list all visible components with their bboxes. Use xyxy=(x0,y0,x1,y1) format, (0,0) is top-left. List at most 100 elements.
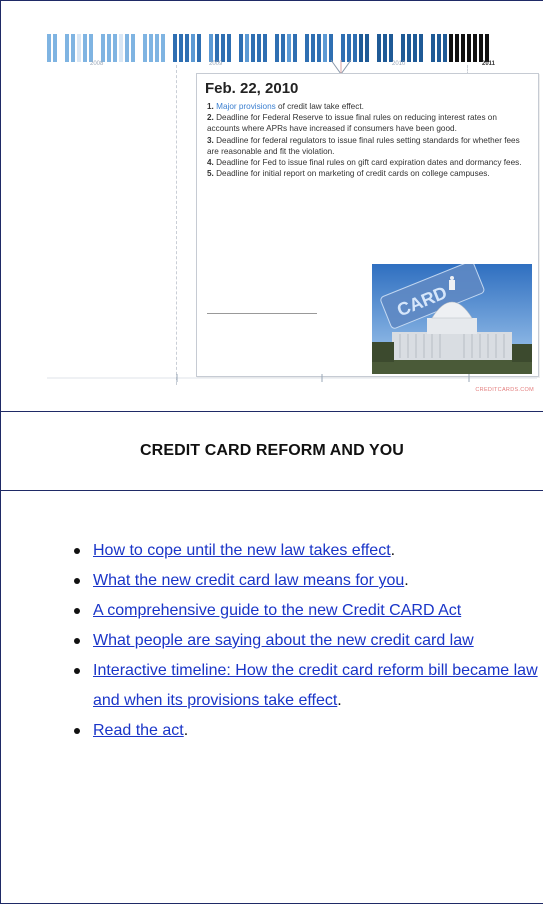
stripe-segment xyxy=(173,34,177,62)
stripe-segment xyxy=(401,34,405,62)
stripe-segment xyxy=(119,34,123,62)
stripe-segment xyxy=(329,34,333,62)
list-item: How to cope until the new law takes effe… xyxy=(74,536,544,566)
stripe-segment xyxy=(95,34,99,62)
stripe-segment xyxy=(377,34,381,62)
stripe-segment xyxy=(239,34,243,62)
stripe-segment xyxy=(203,34,207,62)
section-header: CREDIT CARD REFORM AND YOU xyxy=(1,412,543,491)
event-item: 2. Deadline for Federal Reserve to issue… xyxy=(207,113,497,134)
stripe-segment xyxy=(383,34,387,62)
stripe-segment xyxy=(131,34,135,62)
year-label-2011: 2011 xyxy=(482,61,496,67)
link-law-means-for-you[interactable]: What the new credit card law means for y… xyxy=(93,572,404,589)
event-description: 1. Major provisions of credit law take e… xyxy=(207,101,529,179)
stripe-segment xyxy=(431,34,435,62)
stripe-segment xyxy=(65,34,69,62)
stripe-segment xyxy=(467,34,471,62)
stripe-segment xyxy=(413,34,417,62)
stripe-segment xyxy=(443,34,447,62)
stripe-segment xyxy=(251,34,255,62)
link-interactive-timeline[interactable]: Interactive timeline: How the credit car… xyxy=(93,662,538,709)
link-cope-until-law[interactable]: How to cope until the new law takes effe… xyxy=(93,542,391,559)
stripe-segment xyxy=(215,34,219,62)
event-item: 1. Major provisions of credit law take e… xyxy=(207,102,364,111)
stripe-segment xyxy=(59,34,63,62)
image-credit: CREDITCARDS.COM xyxy=(475,387,534,393)
stripe-segment xyxy=(197,34,201,62)
stripe-segment xyxy=(437,34,441,62)
article-sidebar-box: 2008 2009 2010 2011 Feb. 22, 2010 1. Maj… xyxy=(0,0,543,904)
section-title: CREDIT CARD REFORM AND YOU xyxy=(140,442,404,459)
stripe-segment xyxy=(473,34,477,62)
stripe-segment xyxy=(281,34,285,62)
stripe-segment xyxy=(209,34,213,62)
stripe-segment xyxy=(389,34,393,62)
list-item: Interactive timeline: How the credit car… xyxy=(74,656,544,716)
event-item: 3. Deadline for federal regulators to is… xyxy=(207,135,520,156)
stripe-segment xyxy=(371,34,375,62)
stripe-segment xyxy=(359,34,363,62)
stripe-segment xyxy=(179,34,183,62)
stripe-segment xyxy=(83,34,87,62)
stripe-segment xyxy=(107,34,111,62)
stripe-segment xyxy=(191,34,195,62)
stripe-segment xyxy=(161,34,165,62)
stripe-segment xyxy=(257,34,261,62)
stripe-segment xyxy=(299,34,303,62)
stripe-segment xyxy=(77,34,81,62)
stripe-segment xyxy=(293,34,297,62)
stripe-segment xyxy=(347,34,351,62)
stripe-segment xyxy=(137,34,141,62)
stripe-segment xyxy=(341,34,345,62)
stripe-segment xyxy=(149,34,153,62)
stripe-segment xyxy=(269,34,273,62)
timeline-image-cell: 2008 2009 2010 2011 Feb. 22, 2010 1. Maj… xyxy=(1,1,543,412)
stripe-segment xyxy=(47,34,51,62)
capitol-building-photo: CARD xyxy=(372,264,532,374)
stripe-segment xyxy=(287,34,291,62)
stripe-segment xyxy=(365,34,369,62)
stripe-segment xyxy=(71,34,75,62)
stripe-segment xyxy=(53,34,57,62)
event-date: Feb. 22, 2010 xyxy=(205,80,299,97)
stripe-segment xyxy=(407,34,411,62)
stripe-segment xyxy=(317,34,321,62)
timeline-divider xyxy=(176,65,177,385)
year-label-2008: 2008 xyxy=(90,61,104,67)
stripe-segment xyxy=(461,34,465,62)
stripe-segment xyxy=(311,34,315,62)
stripe-segment xyxy=(485,34,489,62)
stripe-segment xyxy=(449,34,453,62)
stripe-segment xyxy=(305,34,309,62)
stripe-segment xyxy=(353,34,357,62)
event-item: 5. Deadline for initial report on market… xyxy=(207,169,490,179)
timeline-event-card: Feb. 22, 2010 1. Major provisions of cre… xyxy=(196,73,539,377)
stripe-segment xyxy=(113,34,117,62)
timeline-color-stripe xyxy=(47,34,489,62)
related-links-list: How to cope until the new law takes effe… xyxy=(74,536,544,746)
year-label-2010: 2010 xyxy=(392,61,406,67)
timeline-image[interactable]: 2008 2009 2010 2011 Feb. 22, 2010 1. Maj… xyxy=(34,29,542,401)
stripe-segment xyxy=(185,34,189,62)
stripe-segment xyxy=(89,34,93,62)
stripe-segment xyxy=(125,34,129,62)
stripe-segment xyxy=(221,34,225,62)
list-item: A comprehensive guide to the new Credit … xyxy=(74,596,544,626)
year-label-2009: 2009 xyxy=(209,61,223,67)
links-cell: How to cope until the new law takes effe… xyxy=(1,491,543,903)
stripe-segment xyxy=(323,34,327,62)
stripe-segment xyxy=(233,34,237,62)
stripe-segment xyxy=(263,34,267,62)
list-item: Read the act. xyxy=(74,716,544,746)
stripe-segment xyxy=(395,34,399,62)
stripe-segment xyxy=(227,34,231,62)
stripe-segment xyxy=(167,34,171,62)
stripe-segment xyxy=(143,34,147,62)
stripe-segment xyxy=(335,34,339,62)
link-comprehensive-guide[interactable]: A comprehensive guide to the new Credit … xyxy=(93,602,461,619)
stripe-segment xyxy=(245,34,249,62)
link-read-the-act[interactable]: Read the act xyxy=(93,722,184,739)
link-what-people-are-saying[interactable]: What people are saying about the new cre… xyxy=(93,632,474,649)
major-provisions-link[interactable]: Major provisions xyxy=(216,102,276,111)
